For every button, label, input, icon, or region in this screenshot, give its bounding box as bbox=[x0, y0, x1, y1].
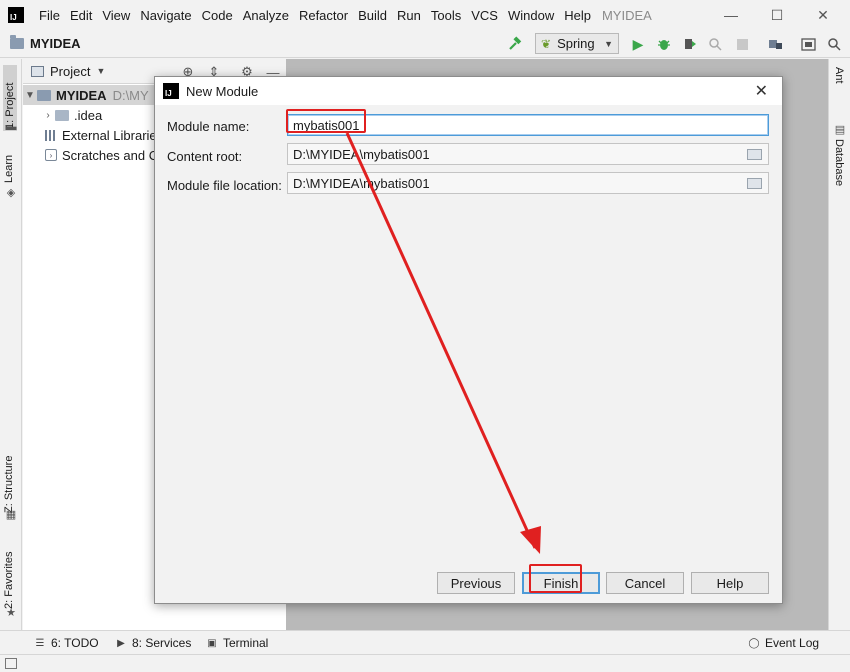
tab-services-label: 8: Services bbox=[132, 636, 192, 650]
tab-terminal-label: Terminal bbox=[223, 636, 269, 650]
tab-services[interactable]: ▶ 8: Services bbox=[115, 636, 191, 650]
tab-event-log-label: Event Log bbox=[765, 636, 820, 650]
services-icon: ▶ bbox=[117, 637, 125, 649]
tab-todo-label: 6: TODO bbox=[51, 636, 99, 650]
tab-todo[interactable]: ☰ 6: TODO bbox=[34, 636, 99, 650]
toggle-tool-windows-icon[interactable] bbox=[5, 658, 17, 669]
bottom-tool-tabs: ☰ 6: TODO ▶ 8: Services ▣ Terminal ◯ Eve… bbox=[0, 630, 850, 654]
todo-list-icon: ☰ bbox=[35, 637, 45, 649]
status-bar bbox=[0, 654, 850, 672]
tab-event-log[interactable]: ◯ Event Log bbox=[748, 636, 819, 650]
terminal-icon: ▣ bbox=[207, 637, 217, 649]
tab-terminal[interactable]: ▣ Terminal bbox=[206, 636, 268, 650]
annotation-arrow bbox=[345, 132, 541, 554]
event-log-icon: ◯ bbox=[748, 637, 760, 649]
